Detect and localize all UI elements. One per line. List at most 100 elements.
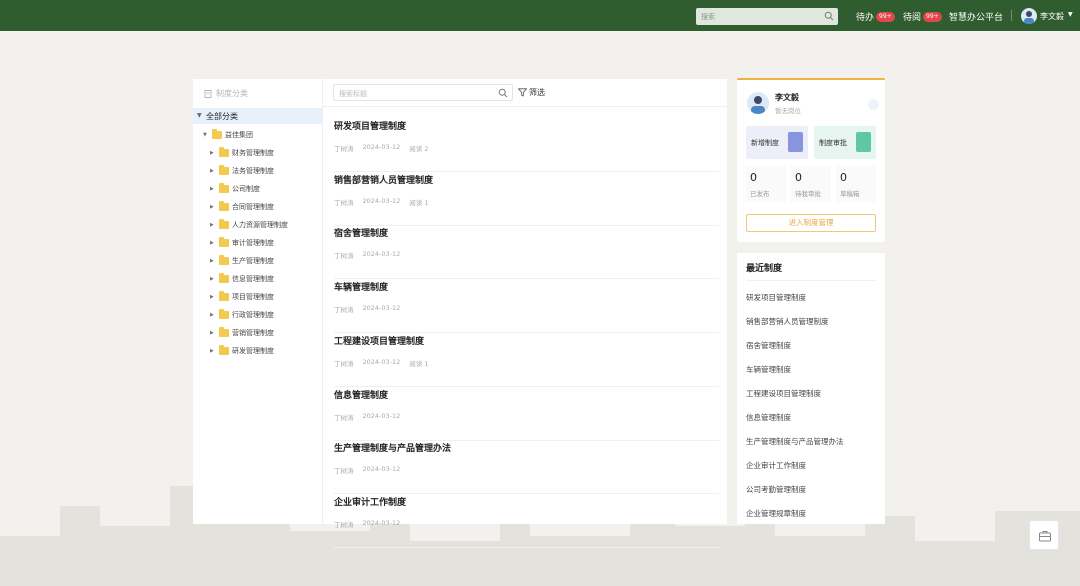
tree-item[interactable]: ▶ 行政管理制度 [210,308,274,322]
list-item[interactable]: 宿舍管理制度丁树涛 2024-03-12 [334,226,719,280]
tree-item[interactable]: ▶ 信息管理制度 [210,272,274,286]
tree-item-label: 公司制度 [232,185,260,193]
doc-date: 2024-03-12 [362,196,401,205]
doc-author: 丁树涛 [334,359,354,368]
recent-item[interactable]: 工程建设项目管理制度 [746,388,821,399]
list-item[interactable]: 车辆管理制度丁树涛 2024-03-12 [334,280,719,334]
toread-badge: 99+ [923,11,942,22]
caret-right-icon: ▶ [210,294,214,300]
tree-item[interactable]: ▶ 人力资源管理制度 [210,218,288,232]
filter-label: 筛选 [529,88,545,97]
floating-action-button[interactable] [1029,520,1059,550]
caret-down-icon: ▼ [197,112,202,119]
list-item[interactable]: 研发项目管理制度 丁树涛 2024-03-12 阅读 2 [334,119,719,172]
recent-item[interactable]: 生产管理制度与产品管理办法 [746,436,844,447]
tree-item[interactable]: ▶ 营销管理制度 [210,326,274,340]
recent-item[interactable]: 企业管理规章制度 [746,508,806,519]
toread-link[interactable]: 待阅 99+ [903,10,942,23]
caret-right-icon: ▶ [210,348,214,354]
filter-button[interactable]: 筛选 [518,87,545,98]
doc-title[interactable]: 研发项目管理制度 [334,119,406,132]
avatar[interactable] [1021,8,1037,24]
folder-icon [219,345,229,355]
tree-item[interactable]: ▶ 公司制度 [210,182,260,196]
tree-item[interactable]: ▶ 合同管理制度 [210,200,274,214]
doc-title[interactable]: 信息管理制度 [334,388,388,401]
divider [323,106,727,107]
doc-title[interactable]: 销售部营销人员管理制度 [334,173,433,186]
doc-author: 丁树涛 [334,306,354,315]
recent-item[interactable]: 车辆管理制度 [746,364,791,375]
doc-title[interactable]: 企业审计工作制度 [334,495,406,508]
tree-item[interactable]: ▶ 财务管理制度 [210,146,274,160]
doc-title[interactable]: 工程建设项目管理制度 [334,334,424,347]
tree-item[interactable]: ▶ 研发管理制度 [210,344,274,358]
doc-meta: 丁树涛 2024-03-12 [334,250,400,260]
tree-item-label: 研发管理制度 [232,347,274,355]
doc-date: 2024-03-12 [362,518,401,527]
doc-title[interactable]: 车辆管理制度 [334,280,388,293]
tree-item-label: 合同管理制度 [232,203,274,211]
divider [746,280,876,281]
stat-value: 0 [795,171,802,184]
policy-approval-label: 制度审批 [819,139,847,147]
stat-value: 0 [750,171,757,184]
tree-item-label: 营销管理制度 [232,329,274,337]
list-item[interactable]: 企业审计工作制度 丁树涛 2024-03-12 [334,495,719,548]
platform-link[interactable]: 智慧办公平台 [949,10,1003,23]
list-item[interactable]: 信息管理制度 丁树涛 2024-03-12 [334,388,719,441]
recent-item[interactable]: 公司考勤管理制度 [746,484,806,495]
document-list-panel: 搜索标题 筛选 研发项目管理制度 丁树涛 2024-03-12 阅读 2 销售部营销人员… [323,79,727,548]
list-item[interactable]: 销售部营销人员管理制度 丁树涛 2024-03-12 阅读 1 [334,173,719,226]
global-search-input[interactable]: 搜索 [696,8,838,25]
folder-icon [219,219,229,229]
doc-title[interactable]: 宿舍管理制度 [334,226,388,239]
tree-item[interactable]: ▶ 生产管理制度 [210,254,274,268]
category-sidebar: 制度分类 ▼ 全部分类 ▼ 益佳集团 ▶ 财务管理制度 ▶ 法务管理制度 ▶ 公司制度 ▶ 合… [193,79,323,524]
folder-icon [219,291,229,301]
enter-management-button[interactable]: 进入制度管理 [746,214,876,232]
recent-item[interactable]: 信息管理制度 [746,412,791,423]
doc-meta: 丁树涛 2024-03-12 阅读 1 [334,197,428,207]
doc-author: 丁树涛 [334,145,354,153]
tree-root[interactable]: ▼ 益佳集团 [203,128,253,142]
profile-position: 暂无岗位 [775,107,801,115]
briefcase-icon [1039,531,1051,542]
doc-reads: 阅读 1 [409,359,429,368]
list-item[interactable]: 生产管理制度与产品管理办法 丁树涛 2024-03-12 [334,441,719,495]
folder-icon [219,147,229,157]
doc-author: 丁树涛 [334,413,354,422]
tree-root-label: 益佳集团 [225,131,253,139]
title-search-input[interactable]: 搜索标题 [333,84,513,101]
doc-meta: 丁树涛 2024-03-12 [334,465,400,475]
sidebar-item-all[interactable]: ▼ 全部分类 [193,108,323,124]
todo-link[interactable]: 待办 99+ [856,10,895,23]
tree-item[interactable]: ▶ 法务管理制度 [210,164,274,178]
search-icon[interactable] [498,88,508,98]
doc-date: 2024-03-12 [362,304,401,313]
search-icon[interactable] [824,11,834,21]
recent-item[interactable]: 研发项目管理制度 [746,292,806,303]
recent-item[interactable]: 宿舍管理制度 [746,340,791,351]
doc-reads: 阅读 2 [409,145,429,153]
stat-published[interactable]: 0 已发布 [746,166,786,202]
list-item[interactable]: 工程建设项目管理制度 丁树涛 2024-03-12 阅读 1 [334,334,719,387]
stat-pending[interactable]: 0 待我审批 [791,166,831,202]
new-policy-button[interactable]: 新增制度 [746,126,808,159]
chevron-down-icon[interactable]: ▼ [1068,11,1073,18]
recent-item[interactable]: 销售部营销人员管理制度 [746,316,829,327]
user-name[interactable]: 李文毅 [1040,11,1064,22]
recent-item[interactable]: 企业审计工作制度 [746,460,806,471]
tree-item-label: 生产管理制度 [232,257,274,265]
toread-label: 待阅 [903,13,922,23]
category-header: 制度分类 [204,88,248,99]
stat-value: 0 [840,171,847,184]
decor-circle [868,99,879,110]
stat-drafts[interactable]: 0 草稿箱 [836,166,876,202]
doc-title[interactable]: 生产管理制度与产品管理办法 [334,441,451,454]
avatar [747,92,769,114]
tree-item[interactable]: ▶ 项目管理制度 [210,290,274,304]
tree-item[interactable]: ▶ 审计管理制度 [210,236,274,250]
policy-approval-button[interactable]: 制度审批 [814,126,876,159]
todo-badge: 99+ [876,11,895,22]
